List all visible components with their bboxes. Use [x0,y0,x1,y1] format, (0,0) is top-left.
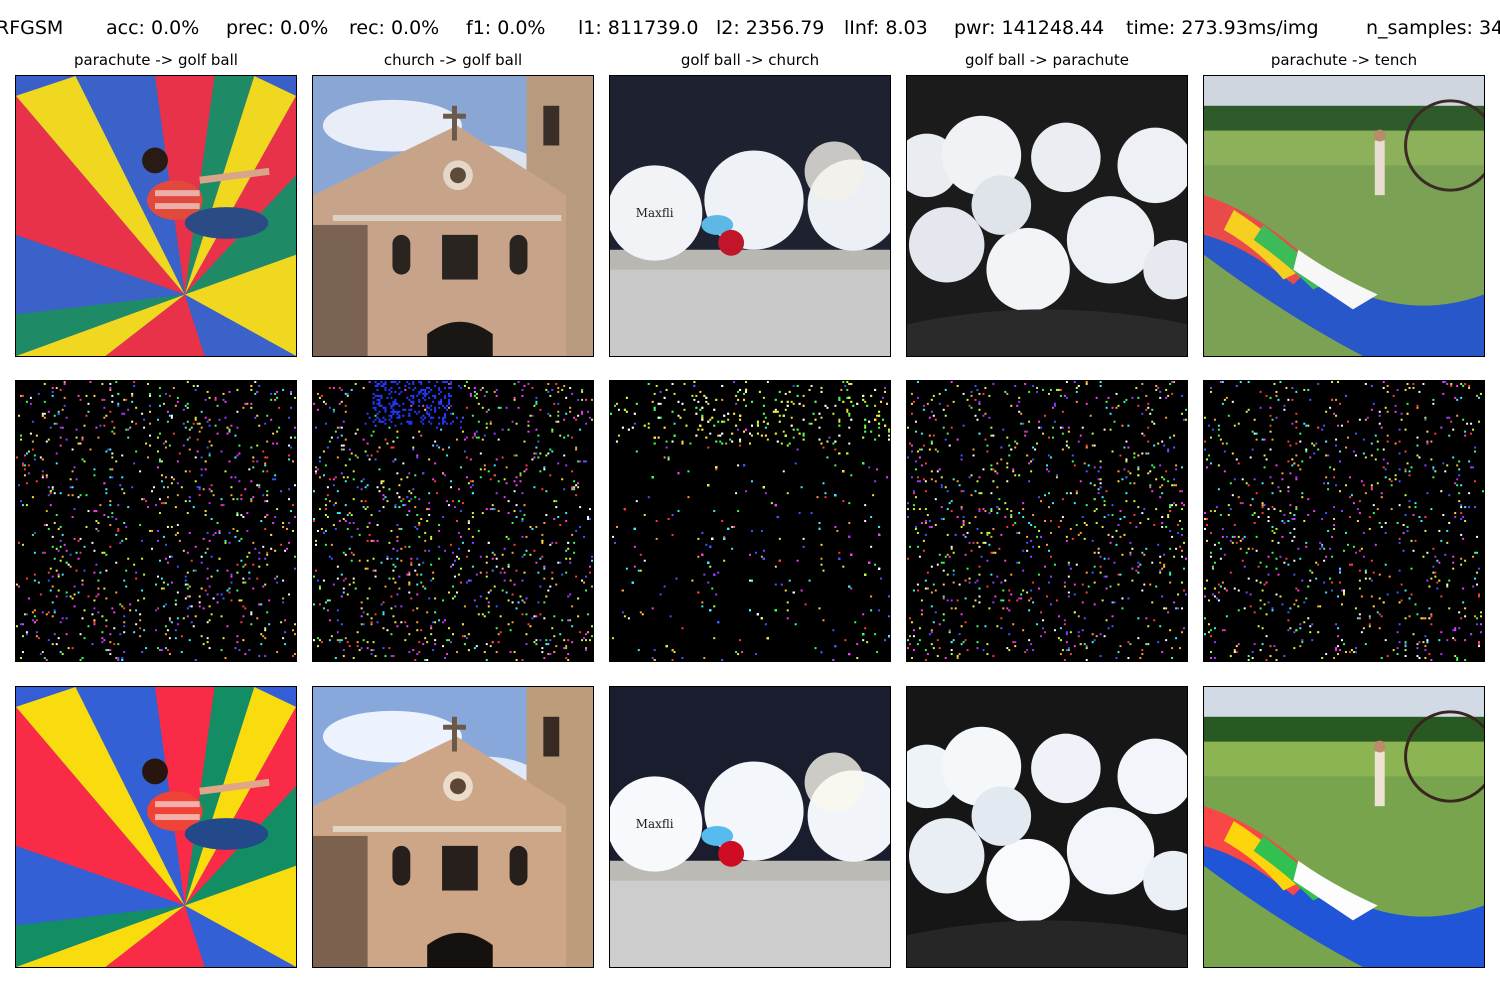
paraglider-on-field-image [1204,76,1484,356]
acc-metric: acc: 0.0% [106,17,200,39]
column-title: golf ball -> parachute [965,51,1129,69]
adversarial-image-church [312,686,594,968]
perturbation-map-2 [609,380,891,662]
golf-balls-in-basket-image [907,687,1187,967]
column-title: parachute -> tench [1270,51,1418,69]
original-image-golf-basket [906,75,1188,357]
church-facade-image [313,76,593,356]
golf-balls-on-carpet-image: Maxfli [610,687,890,967]
perturbation-noise-image [1204,381,1484,661]
adversarial-image-golf-basket [906,686,1188,968]
f1-metric: f1: 0.0% [466,17,546,39]
svg-text:Maxfli: Maxfli [636,206,674,220]
church-facade-image [313,687,593,967]
golf-balls-on-carpet-image: Maxfli [610,76,890,356]
original-image-golf-carpet: Maxfli [609,75,891,357]
adversarial-image-golf-carpet: Maxfli [609,686,891,968]
original-image-church [312,75,594,357]
l1-metric: l1: 811739.0 [578,17,699,39]
adversarial-image-parachute [15,686,297,968]
golf-balls-in-basket-image [907,76,1187,356]
linf-metric: lInf: 8.03 [844,17,928,39]
perturbation-map-0 [15,380,297,662]
parachute-with-child-image [16,76,296,356]
column-title: golf ball -> church [680,51,820,69]
perturbation-map-3 [906,380,1188,662]
pwr-metric: pwr: 141248.44 [954,17,1105,39]
method-label: RFGSM [0,17,64,39]
column-title: parachute -> golf ball [74,51,238,69]
original-image-paraglider [1203,75,1485,357]
perturbation-noise-image [313,381,593,661]
perturbation-noise-image [907,381,1187,661]
time-metric: time: 273.93ms/img [1126,17,1319,39]
paraglider-on-field-image [1204,687,1484,967]
original-image-parachute [15,75,297,357]
adversarial-image-paraglider [1203,686,1485,968]
samples-metric: n_samples: 34 [1366,17,1500,39]
perturbation-map-4 [1203,380,1485,662]
perturbation-noise-image [610,381,890,661]
prec-metric: prec: 0.0% [226,17,329,39]
rec-metric: rec: 0.0% [349,17,440,39]
metrics-header: RFGSM acc: 0.0% prec: 0.0% rec: 0.0% f1:… [0,14,1500,44]
l2-metric: l2: 2356.79 [716,17,825,39]
parachute-with-child-image [16,687,296,967]
column-title: church -> golf ball [383,51,523,69]
perturbation-noise-image [16,381,296,661]
perturbation-map-1 [312,380,594,662]
